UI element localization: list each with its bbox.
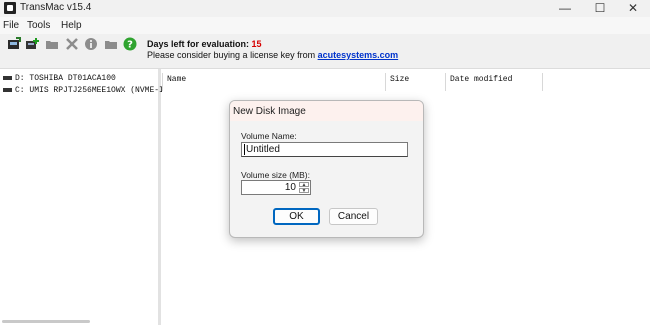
delete-icon[interactable] bbox=[65, 37, 79, 51]
help-icon[interactable]: ? bbox=[123, 37, 137, 51]
new-disk-image-dialog: New Disk Image Volume Name: Untitled Vol… bbox=[229, 100, 424, 238]
column-divider[interactable] bbox=[445, 73, 446, 91]
drive-item[interactable]: C: UMIS RPJTJ256MEE1OWX (NVME-I bbox=[3, 86, 164, 95]
new-folder-icon[interactable] bbox=[104, 37, 118, 51]
dialog-title-bar[interactable]: New Disk Image bbox=[230, 101, 423, 121]
title-bar: TransMac v15.4 — ☐ ✕ bbox=[0, 0, 650, 17]
column-divider bbox=[162, 73, 163, 91]
column-header-date[interactable]: Date modified bbox=[450, 75, 512, 84]
add-disk-icon[interactable] bbox=[25, 37, 39, 51]
menu-tools[interactable]: Tools bbox=[27, 20, 50, 31]
menu-help[interactable]: Help bbox=[61, 20, 82, 31]
drive-item[interactable]: D: TOSHIBA DT01ACA100 bbox=[3, 74, 116, 83]
volume-size-stepper[interactable]: 10 ▲ ▼ bbox=[241, 180, 311, 195]
drive-letter: C: bbox=[15, 86, 25, 95]
close-button[interactable]: ✕ bbox=[616, 0, 650, 17]
menu-file[interactable]: File bbox=[3, 20, 19, 31]
column-divider[interactable] bbox=[385, 73, 386, 91]
svg-text:?: ? bbox=[127, 40, 133, 51]
license-link[interactable]: acutesystems.com bbox=[318, 50, 399, 60]
increment-icon[interactable]: ▲ bbox=[299, 182, 309, 188]
decrement-icon[interactable]: ▼ bbox=[299, 188, 309, 194]
maximize-button[interactable]: ☐ bbox=[583, 0, 617, 17]
volume-size-label: Volume size (MB): bbox=[241, 170, 310, 180]
volume-name-input[interactable]: Untitled bbox=[241, 142, 408, 157]
volume-name-value: Untitled bbox=[246, 144, 280, 155]
dialog-title: New Disk Image bbox=[233, 106, 306, 117]
column-header-name[interactable]: Name bbox=[167, 75, 186, 84]
license-notice: Please consider buying a license key fro… bbox=[147, 50, 398, 60]
stepper-buttons: ▲ ▼ bbox=[299, 182, 309, 194]
minimize-button[interactable]: — bbox=[548, 0, 582, 17]
column-divider[interactable] bbox=[542, 73, 543, 91]
hard-drive-icon bbox=[3, 75, 12, 80]
drive-letter: D: bbox=[15, 74, 25, 83]
evaluation-days-value: 15 bbox=[251, 39, 262, 49]
cancel-button[interactable]: Cancel bbox=[329, 208, 378, 225]
horizontal-scrollbar[interactable] bbox=[2, 320, 90, 323]
volume-size-value[interactable]: 10 bbox=[285, 182, 296, 193]
app-icon bbox=[4, 2, 16, 14]
ok-button[interactable]: OK bbox=[273, 208, 320, 225]
toolbar: ? Days left for evaluation: 15 Please co… bbox=[0, 34, 650, 69]
window-title: TransMac v15.4 bbox=[20, 2, 92, 13]
column-header-size[interactable]: Size bbox=[390, 75, 409, 84]
evaluation-days-label: Days left for evaluation: bbox=[147, 39, 250, 49]
folder-icon[interactable] bbox=[45, 37, 59, 51]
evaluation-notice: Days left for evaluation: 15 bbox=[147, 39, 262, 49]
menu-bar: File Tools Help bbox=[0, 17, 650, 34]
drive-name: UMIS RPJTJ256MEE1OWX (NVME-I bbox=[29, 86, 164, 95]
license-text: Please consider buying a license key fro… bbox=[147, 50, 316, 60]
drive-tree: D: TOSHIBA DT01ACA100 C: UMIS RPJTJ256ME… bbox=[0, 69, 164, 325]
info-icon[interactable] bbox=[84, 37, 98, 51]
volume-name-label: Volume Name: bbox=[241, 131, 297, 141]
text-caret bbox=[244, 144, 245, 155]
open-disk-image-icon[interactable] bbox=[7, 37, 21, 51]
hard-drive-icon bbox=[3, 87, 12, 92]
drive-name: TOSHIBA DT01ACA100 bbox=[29, 74, 116, 83]
